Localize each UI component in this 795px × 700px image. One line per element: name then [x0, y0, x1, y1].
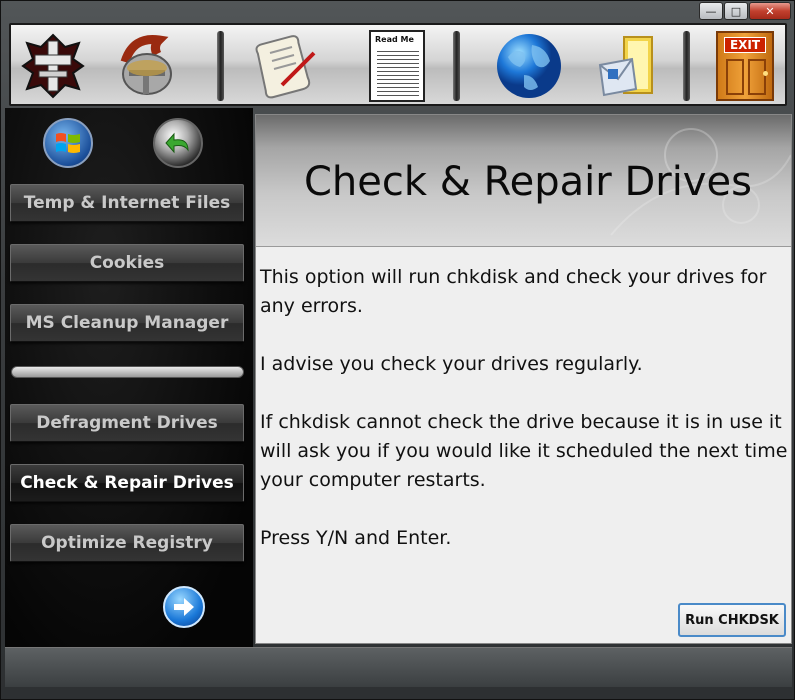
sidebar-item-optimize-registry[interactable]: Optimize Registry	[10, 524, 244, 562]
sidebar-item-ms-cleanup-manager[interactable]: MS Cleanup Manager	[10, 304, 244, 342]
exit-door: EXIT	[716, 31, 774, 101]
description: This option will run chkdisk and check y…	[260, 263, 788, 582]
run-chkdsk-button[interactable]: Run CHKDSK	[678, 603, 786, 637]
door-knob	[763, 71, 768, 76]
toolbar-separator	[453, 31, 460, 101]
sidebar-item-temp-internet-files[interactable]: Temp & Internet Files	[10, 184, 244, 222]
warrior-helmet-icon[interactable]	[111, 30, 183, 102]
toolbar-separator	[683, 31, 690, 101]
back-arrow-icon[interactable]	[153, 118, 203, 168]
description-paragraph: Press Y/N and Enter.	[260, 527, 452, 549]
app-window: — □ ✕ Read Me EXIT Temp & Internet Files…	[0, 0, 795, 700]
description-paragraph: If chkdisk cannot check the drive becaus…	[260, 411, 788, 491]
exit-sign: EXIT	[724, 37, 766, 53]
readme-label: Read Me	[375, 35, 414, 44]
maximize-button[interactable]: □	[724, 2, 748, 20]
minimize-button[interactable]: —	[699, 2, 723, 20]
content-panel: Check & Repair Drives This option will r…	[255, 114, 792, 644]
sidebar-item-defragment-drives[interactable]: Defragment Drives	[10, 404, 244, 442]
toolbar-separator	[217, 31, 224, 101]
sidebar-item-check-repair-drives[interactable]: Check & Repair Drives	[10, 464, 244, 502]
sidebar: Temp & Internet Files Cookies MS Cleanup…	[5, 108, 253, 648]
description-paragraph: This option will run chkdisk and check y…	[260, 266, 767, 317]
window-controls: — □ ✕	[699, 2, 791, 20]
email-icon[interactable]	[593, 30, 665, 102]
content-header: Check & Repair Drives	[256, 115, 791, 247]
globe-icon[interactable]	[493, 30, 565, 102]
description-paragraph: I advise you check your drives regularly…	[260, 353, 643, 375]
readme-document-icon[interactable]: Read Me	[361, 30, 433, 102]
sidebar-item-cookies[interactable]: Cookies	[10, 244, 244, 282]
exit-door-icon[interactable]: EXIT	[709, 30, 781, 102]
page-title: Check & Repair Drives	[304, 159, 752, 205]
next-arrow-icon[interactable]	[163, 586, 205, 628]
windows-logo-icon[interactable]	[43, 118, 93, 168]
door-panel	[726, 59, 744, 95]
status-bar	[5, 647, 792, 687]
scroll-quill-icon[interactable]	[249, 30, 321, 102]
readme-page: Read Me	[369, 30, 425, 102]
door-panel	[748, 59, 766, 95]
separator-slider	[11, 366, 244, 378]
toolbar: Read Me EXIT	[9, 23, 787, 106]
cross-emblem-icon[interactable]	[17, 30, 89, 102]
readme-lines	[377, 48, 419, 96]
close-button[interactable]: ✕	[749, 2, 791, 20]
